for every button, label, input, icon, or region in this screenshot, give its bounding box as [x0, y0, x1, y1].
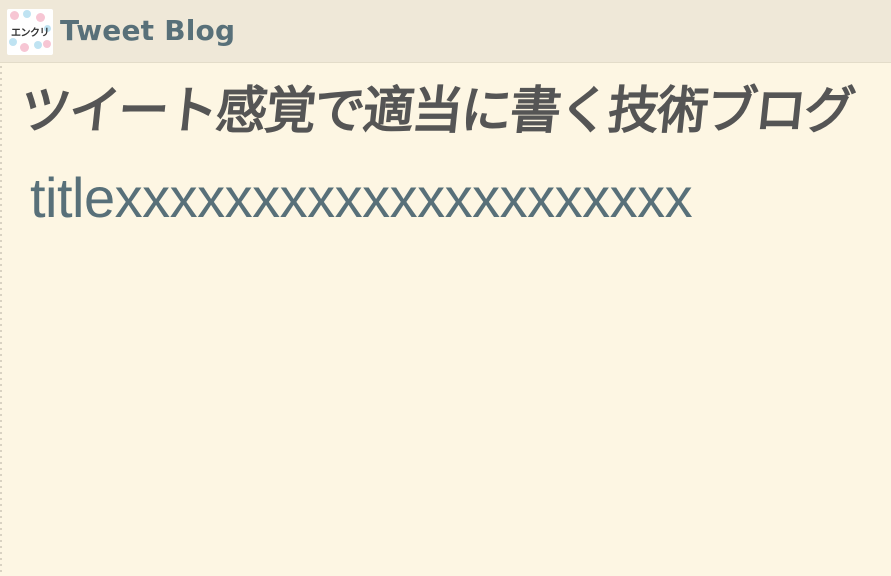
logo-dot-decoration — [43, 40, 51, 48]
logo-dot-decoration — [34, 41, 42, 49]
logo-dot-decoration — [10, 11, 19, 20]
post-title-link[interactable]: titlexxxxxxxxxxxxxxxxxxxxx — [30, 163, 693, 233]
blog-title: ツイート感覚で適当に書く技術ブログ — [16, 82, 857, 141]
logo-text: エンクリ — [11, 28, 50, 39]
site-logo[interactable]: エンクリ — [7, 9, 53, 55]
logo-dot-decoration — [9, 38, 17, 46]
logo-dot-decoration — [36, 13, 45, 22]
site-name-link[interactable]: Tweet Blog — [60, 13, 235, 49]
site-header: エンクリ Tweet Blog — [0, 0, 891, 63]
logo-dot-decoration — [20, 43, 29, 52]
page-edge-border — [0, 0, 2, 576]
logo-dot-decoration — [23, 10, 31, 18]
